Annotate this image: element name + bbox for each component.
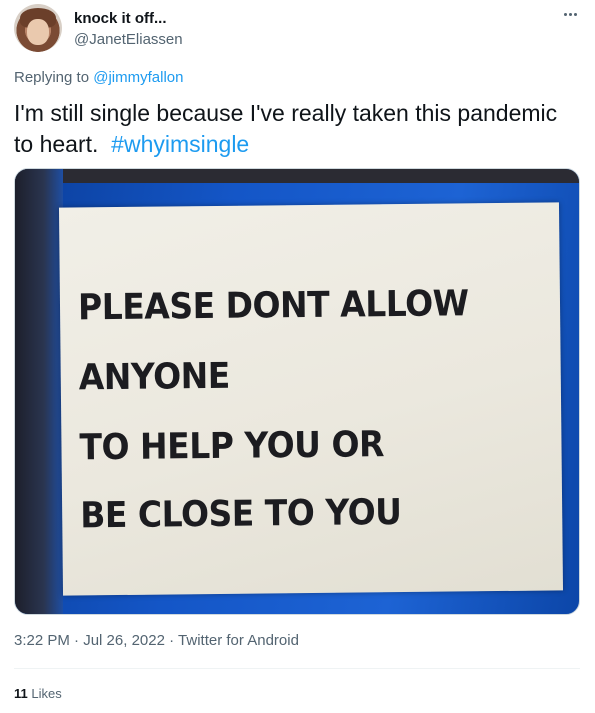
- sign-line: TO HELP YOU OR: [79, 422, 385, 468]
- replying-to-prefix: Replying to: [14, 69, 94, 86]
- author-display-name[interactable]: knock it off...: [74, 10, 167, 27]
- replying-to: Replying to @jimmyfallon: [14, 69, 183, 86]
- sign-paper: PLEASE DONT ALLOW ANYONE TO HELP YOU OR …: [58, 202, 564, 596]
- tweet-source[interactable]: Twitter for Android: [178, 632, 299, 649]
- sign-line: ANYONE: [78, 354, 231, 398]
- tweet: knock it off... @JanetEliassen Replying …: [0, 0, 595, 713]
- likes-link[interactable]: 11 Likes: [14, 686, 62, 701]
- tweet-time[interactable]: 3:22 PM: [14, 632, 70, 649]
- reply-to-handle-link[interactable]: @jimmyfallon: [93, 69, 183, 86]
- likes-label: Likes: [31, 686, 62, 701]
- tweet-body: I'm still single because I've really tak…: [14, 100, 558, 157]
- hashtag-link[interactable]: #whyimsingle: [111, 131, 249, 157]
- tweet-text: I'm still single because I've really tak…: [14, 98, 579, 160]
- avatar[interactable]: [14, 4, 62, 52]
- sign-line: PLEASE DONT ALLOW: [77, 281, 469, 328]
- tweet-photo[interactable]: PLEASE DONT ALLOW ANYONE TO HELP YOU OR …: [14, 168, 580, 615]
- sign-line: BE CLOSE TO YOU: [79, 490, 402, 536]
- tweet-date[interactable]: Jul 26, 2022: [83, 632, 165, 649]
- likes-count: 11: [14, 686, 28, 701]
- meta-separator: ·: [169, 632, 175, 649]
- tweet-meta: 3:22 PM · Jul 26, 2022 · Twitter for And…: [14, 632, 299, 649]
- author-handle[interactable]: @JanetEliassen: [74, 31, 183, 48]
- meta-separator: ·: [74, 632, 80, 649]
- photo-frame-top: [15, 169, 579, 183]
- divider: [14, 668, 580, 669]
- avatar-face: [27, 19, 49, 45]
- more-options-icon[interactable]: [558, 4, 582, 24]
- photo-left-post: [15, 169, 63, 614]
